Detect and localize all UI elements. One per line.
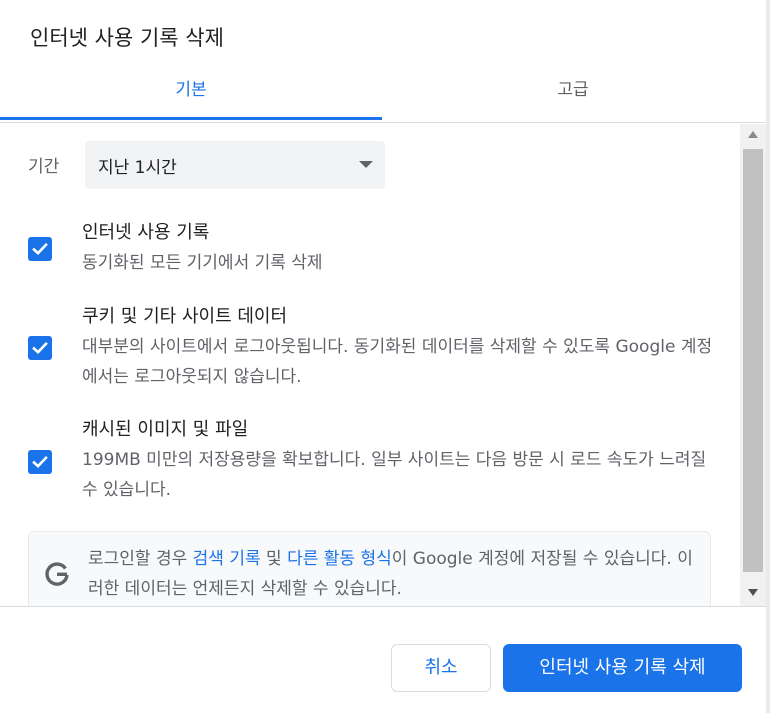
active-tab-indicator <box>0 117 382 120</box>
checkbox-cached-files[interactable] <box>28 450 52 474</box>
option-description: 199MB 미만의 저장용량을 확보합니다. 일부 사이트는 다음 방문 시 로… <box>82 450 707 500</box>
dialog-content: 기간 지난 1시간 인터넷 사용 기록 동기화된 모든 기기에서 기록 삭제 쿠… <box>0 124 740 606</box>
checkmark-icon <box>32 341 48 355</box>
option-title: 캐시된 이미지 및 파일 <box>82 419 249 440</box>
tab-basic[interactable]: 기본 <box>0 62 382 122</box>
option-title: 인터넷 사용 기록 <box>82 222 210 243</box>
option-cookies: 쿠키 및 기타 사이트 데이터 대부분의 사이트에서 로그아웃됩니다. 동기화된… <box>0 302 740 397</box>
checkmark-icon <box>32 242 48 256</box>
option-title: 쿠키 및 기타 사이트 데이터 <box>82 306 288 327</box>
checkbox-cookies[interactable] <box>28 336 52 360</box>
checkmark-icon <box>32 455 48 469</box>
scroll-thumb[interactable] <box>743 149 763 572</box>
google-notice-text: 로그인할 경우 검색 기록 및 다른 활동 형식이 Google 계정에 저장될… <box>88 544 700 604</box>
period-select[interactable]: 지난 1시간 <box>85 141 385 189</box>
dropdown-arrow-icon <box>359 161 373 168</box>
google-g-icon <box>45 562 69 586</box>
cancel-button[interactable]: 취소 <box>391 644 491 692</box>
window-edge <box>766 0 770 713</box>
scroll-down-arrow-icon[interactable] <box>748 589 758 596</box>
tab-bar: 기본 고급 <box>0 62 766 123</box>
option-cached-files: 캐시된 이미지 및 파일 199MB 미만의 저장용량을 확보합니다. 일부 사… <box>0 415 740 510</box>
option-description: 동기화된 모든 기기에서 기록 삭제 <box>82 253 323 273</box>
checkbox-browsing-history[interactable] <box>28 237 52 261</box>
dialog-title: 인터넷 사용 기록 삭제 <box>30 26 224 50</box>
content-scrollbar[interactable] <box>740 124 766 606</box>
clear-browsing-data-dialog: 인터넷 사용 기록 삭제 기본 고급 기간 지난 1시간 인터넷 사용 기록 동… <box>0 0 770 713</box>
option-browsing-history: 인터넷 사용 기록 동기화된 모든 기기에서 기록 삭제 <box>0 218 740 288</box>
notice-text: 및 <box>260 549 288 569</box>
clear-data-button[interactable]: 인터넷 사용 기록 삭제 <box>503 644 742 692</box>
tab-advanced[interactable]: 고급 <box>382 62 764 122</box>
period-selected-value: 지난 1시간 <box>98 158 177 178</box>
scroll-up-arrow-icon[interactable] <box>748 131 758 138</box>
dialog-footer: 취소 인터넷 사용 기록 삭제 <box>0 606 766 713</box>
period-label: 기간 <box>28 157 60 177</box>
other-activity-link[interactable]: 다른 활동 형식 <box>287 549 392 569</box>
option-description: 대부분의 사이트에서 로그아웃됩니다. 동기화된 데이터를 삭제할 수 있도록 … <box>82 337 713 387</box>
notice-text: 로그인할 경우 <box>88 549 193 569</box>
google-account-notice: 로그인할 경우 검색 기록 및 다른 활동 형식이 Google 계정에 저장될… <box>28 531 711 606</box>
search-history-link[interactable]: 검색 기록 <box>193 549 261 569</box>
